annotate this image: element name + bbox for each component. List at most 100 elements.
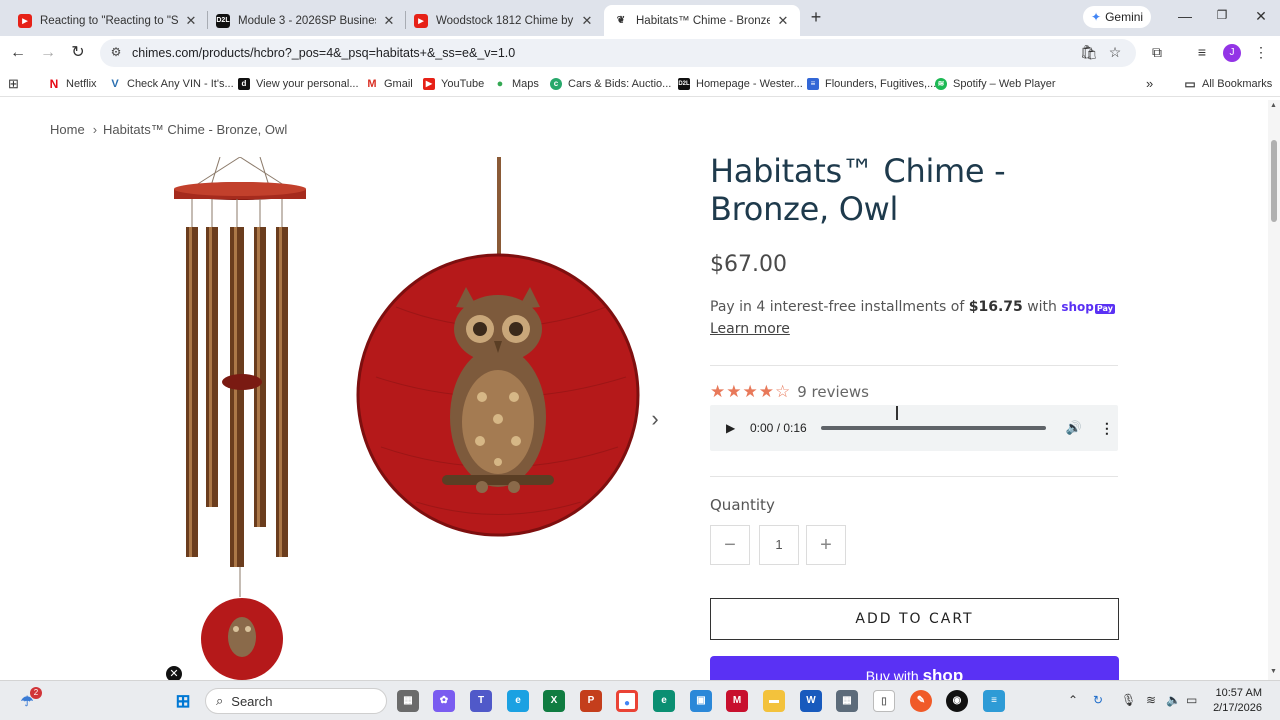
reviews-count[interactable]: 9 reviews [797, 383, 869, 401]
quantity-input[interactable]: 1 [759, 525, 799, 565]
shopping-bag-icon[interactable]: 🛍 [1080, 44, 1098, 62]
site-dl-icon: d [238, 77, 250, 90]
notepad-file-icon[interactable]: ▯ [873, 690, 895, 712]
system-clock[interactable]: 10:57 AM 2/17/2026 [1212, 686, 1262, 716]
sync-icon[interactable]: ↻ [1093, 693, 1103, 707]
tab-title: Reacting to "Reacting to "Scroll [40, 14, 178, 27]
gemini-button[interactable]: ✦ Gemini [1083, 6, 1151, 28]
next-image-chevron-icon[interactable]: › [646, 406, 664, 432]
scrollbar-thumb[interactable] [1271, 140, 1277, 222]
close-tab-icon[interactable]: ✕ [382, 13, 396, 29]
youtube-icon: ▶ [18, 13, 32, 28]
microphone-icon[interactable]: 🎙 [1121, 693, 1136, 707]
teams-icon[interactable]: T [470, 690, 492, 712]
edge-dev-icon[interactable]: e [507, 690, 529, 712]
bookmark-label: Maps [512, 77, 539, 90]
wifi-icon[interactable]: ≋ [1146, 693, 1156, 707]
breadcrumb-home[interactable]: Home [50, 122, 85, 137]
battery-icon[interactable]: ▭ [1186, 693, 1197, 707]
volume-icon[interactable]: 🔊 [1066, 420, 1082, 436]
back-icon[interactable]: ← [7, 42, 29, 64]
bookmark-personal[interactable]: d View your personal... [238, 75, 359, 92]
vin-check-icon: V [109, 77, 121, 90]
edge-icon[interactable]: e [653, 690, 675, 712]
powerpoint-icon[interactable]: P [580, 690, 602, 712]
restore-icon[interactable]: ❐ [1212, 8, 1232, 22]
excel-icon[interactable]: X [543, 690, 565, 712]
bookmark-vin[interactable]: V Check Any VIN - It's... [109, 75, 234, 92]
windows-start-icon[interactable]: ⊞ [172, 690, 194, 712]
bookmark-youtube[interactable]: ▶ YouTube [423, 75, 484, 92]
apps-grid-icon[interactable]: ⊞ [8, 75, 19, 92]
task-view-icon[interactable]: ▦ [397, 690, 419, 712]
window-close-icon[interactable]: ✕ [1251, 8, 1271, 25]
bookmark-maps[interactable]: ● Maps [494, 75, 539, 92]
mcafee-icon[interactable]: M [726, 690, 748, 712]
quantity-decrease-button[interactable]: − [710, 525, 750, 565]
reload-icon[interactable]: ↻ [67, 42, 89, 64]
buy-with-shop-pay-button[interactable]: Buy with shop [710, 656, 1119, 680]
bookmark-label: Check Any VIN - It's... [127, 77, 234, 90]
media-controls-icon[interactable]: ≡ [1193, 44, 1211, 62]
add-to-cart-button[interactable]: ADD TO CART [710, 598, 1119, 640]
tab-search-icon[interactable]: ⧉ [1148, 44, 1166, 62]
learn-more-link[interactable]: Learn more [710, 321, 790, 337]
chrome-icon[interactable]: ● [616, 690, 638, 712]
audio-more-icon[interactable]: ⋮ [1100, 420, 1114, 437]
minimize-icon[interactable]: — [1175, 8, 1195, 24]
product-rating[interactable]: ★★★★☆ 9 reviews [710, 382, 869, 402]
file-explorer-icon[interactable]: ▬ [763, 690, 785, 712]
page-scrollbar[interactable]: ▲ ▼ [1268, 100, 1280, 680]
bookmark-label: Flounders, Fugitives,... [825, 77, 937, 90]
close-tab-icon[interactable]: ✕ [184, 13, 198, 29]
profile-avatar[interactable]: J [1223, 44, 1241, 62]
bookmark-spotify[interactable]: ≋ Spotify – Web Player [935, 75, 1056, 92]
site-info-icon[interactable]: ⚙ [108, 45, 124, 61]
bookmark-label: Homepage - Wester... [696, 77, 803, 90]
store-icon[interactable]: ▣ [690, 690, 712, 712]
speaker-icon[interactable]: 🔈 [1166, 693, 1181, 707]
recording-app-icon[interactable]: ◉ [946, 690, 968, 712]
browser-tab[interactable]: ▶ Woodstock 1812 Chime by Wo ✕ [404, 5, 604, 36]
pen-app-icon[interactable]: ✎ [910, 690, 932, 712]
forward-icon[interactable]: → [37, 42, 59, 64]
close-tab-icon[interactable]: ✕ [580, 13, 594, 29]
address-bar[interactable]: ⚙ chimes.com/products/hcbro?_pos=4&_psq=… [100, 39, 1136, 67]
bookmark-gmail[interactable]: M Gmail [366, 75, 413, 92]
close-tab-icon[interactable]: ✕ [776, 13, 790, 29]
new-tab-button[interactable]: + [806, 8, 826, 28]
notepad-icon[interactable]: ≡ [983, 690, 1005, 712]
taskbar-search[interactable]: ⌕ Search [205, 688, 387, 714]
quantity-increase-button[interactable]: + [806, 525, 846, 565]
d2l-icon: D2L [678, 77, 690, 90]
bookmark-netflix[interactable]: N Netflix [48, 75, 97, 92]
word-icon[interactable]: W [800, 690, 822, 712]
scroll-down-icon[interactable]: ▼ [1270, 668, 1277, 675]
calculator-icon[interactable]: ▦ [836, 690, 858, 712]
bookmark-star-icon[interactable]: ☆ [1106, 44, 1124, 62]
menu-kebab-icon[interactable]: ⋮ [1252, 44, 1270, 62]
browser-tab[interactable]: D2L Module 3 - 2026SP Business St ✕ [206, 5, 406, 36]
bookmark-label: Gmail [384, 77, 413, 90]
bookmark-label: Spotify – Web Player [953, 77, 1056, 90]
bookmark-homepage[interactable]: D2L Homepage - Wester... [678, 75, 803, 92]
rating-stars-icon: ★★★★☆ [710, 382, 792, 402]
play-icon[interactable]: ▶ [726, 421, 740, 435]
copilot-icon[interactable]: ✿ [433, 690, 455, 712]
browser-tab-active[interactable]: ❦ Habitats™ Chime - Bronze, Owl ✕ [604, 5, 800, 36]
bookmark-carsbids[interactable]: c Cars & Bids: Auctio... [550, 75, 671, 92]
audio-seek-bar[interactable] [820, 426, 1046, 430]
notification-badge: 2 [30, 687, 42, 699]
more-bookmarks-icon[interactable]: » [1146, 75, 1153, 92]
cars-bids-icon: c [550, 77, 562, 90]
product-image-owl-sail[interactable] [356, 157, 640, 547]
product-image-full-chime[interactable] [170, 157, 310, 680]
url-text[interactable]: chimes.com/products/hcbro?_pos=4&_psq=ha… [132, 46, 515, 60]
breadcrumb: Home › Habitats™ Chime - Bronze, Owl [50, 122, 287, 137]
all-bookmarks-button[interactable]: ▭ All Bookmarks [1184, 75, 1272, 92]
bookmark-flounders[interactable]: ≡ Flounders, Fugitives,... [807, 75, 936, 92]
show-hidden-icons[interactable]: ⌃ [1068, 693, 1078, 707]
scroll-up-icon[interactable]: ▲ [1270, 102, 1277, 109]
close-popup-icon[interactable]: ✕ [166, 666, 182, 680]
browser-tab[interactable]: ▶ Reacting to "Reacting to "Scroll ✕ [8, 5, 208, 36]
